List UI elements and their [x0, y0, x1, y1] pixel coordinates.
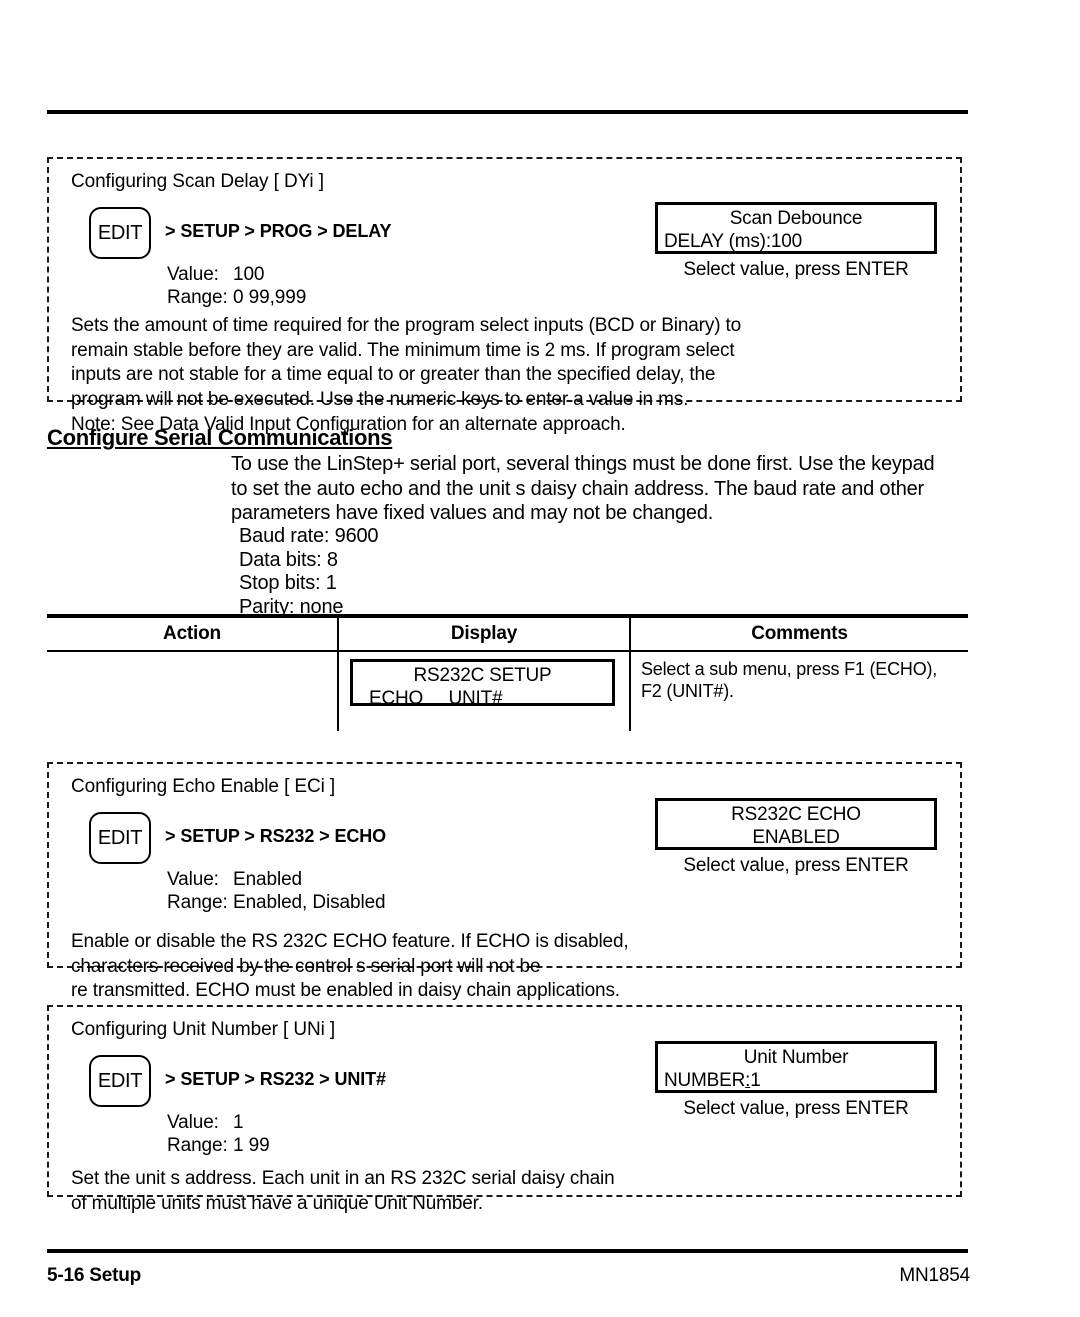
echo-lcd-display: RS232C ECHO ENABLED — [655, 798, 937, 850]
scan-delay-panel: Configuring Scan Delay [ DYi ] EDIT > SE… — [47, 157, 962, 435]
echo-description: Enable or disable the RS 232C ECHO featu… — [71, 931, 629, 1001]
unit-number-panel: Configuring Unit Number [ UNi ] EDIT > S… — [47, 1005, 962, 1214]
scan-delay-breadcrumb: > SETUP > PROG > DELAY — [165, 221, 392, 241]
unit-range-row: Range: 1 99 — [167, 1135, 270, 1157]
unit-description: Set the unit s address. Each unit in an … — [71, 1168, 615, 1214]
lcd-number-label: NUMBER — [664, 1070, 746, 1091]
range-label: Range: — [167, 1135, 228, 1156]
section-heading: Configure Serial Communications — [47, 425, 393, 450]
table-header-display: Display — [450, 623, 518, 644]
value-text: 1 — [233, 1112, 244, 1133]
table-header-comments: Comments — [751, 623, 848, 644]
unit-lcd-display: Unit Number NUMBER:1 — [655, 1041, 937, 1093]
lcd-line-2: NUMBER:1 — [658, 1069, 934, 1092]
unit-value-row: Value: 1 — [167, 1112, 244, 1134]
edit-key-label: EDIT — [97, 221, 143, 244]
table-cell-comments: Select a sub menu, press F1 (ECHO), F2 (… — [641, 659, 938, 701]
scan-delay-lcd-hint: Select value, press ENTER — [683, 259, 909, 280]
serial-intro-paragraph: To use the LinStep+ serial port, several… — [231, 453, 935, 524]
echo-value-row: Value: Enabled — [167, 869, 302, 891]
lcd-line-1: RS232C ECHO — [731, 804, 861, 825]
footer-page-number: 5-16 Setup — [47, 1265, 142, 1286]
unit-lcd-hint: Select value, press ENTER — [683, 1098, 909, 1119]
echo-enable-panel: Configuring Echo Enable [ ECi ] EDIT > S… — [47, 762, 962, 1001]
value-label: Value: — [167, 264, 219, 285]
lcd-line-2: DELAY (ms):100 — [664, 231, 802, 252]
serial-parameters-list: Baud rate: 9600 Data bits: 8 Stop bits: … — [239, 525, 379, 618]
lcd-line-1: RS232C SETUP — [413, 665, 552, 686]
scan-delay-lcd-display: Scan Debounce DELAY (ms):100 — [655, 202, 937, 254]
table-header-border — [47, 650, 968, 652]
echo-lcd-hint: Select value, press ENTER — [683, 855, 909, 876]
scan-delay-value-row: Value: 100 — [167, 264, 265, 286]
table-top-border — [47, 614, 968, 618]
lcd-line-2: ECHO UNIT# — [369, 688, 503, 709]
value-label: Value: — [167, 1112, 219, 1133]
unit-breadcrumb: > SETUP > RS232 > UNIT# — [165, 1069, 386, 1089]
edit-key-button[interactable]: EDIT — [89, 207, 151, 259]
range-label: Range: — [167, 892, 228, 913]
edit-key-button[interactable]: EDIT — [89, 1055, 151, 1107]
scan-delay-panel-title: Configuring Scan Delay [ DYi ] — [71, 171, 324, 192]
edit-key-label: EDIT — [97, 826, 143, 849]
value-text: 100 — [233, 264, 265, 285]
lcd-number-value: 1 — [750, 1070, 761, 1091]
edit-key-button[interactable]: EDIT — [89, 812, 151, 864]
value-text: Enabled — [233, 869, 303, 890]
lcd-line-1: Scan Debounce — [729, 208, 863, 229]
rs232c-setup-lcd-display: RS232C SETUP ECHO UNIT# — [350, 659, 615, 709]
footer-document-code: MN1854 — [899, 1265, 970, 1286]
page-bottom-rule — [47, 1249, 968, 1253]
range-text: 1 99 — [233, 1135, 270, 1156]
lcd-line-1: Unit Number — [743, 1047, 849, 1068]
scan-delay-range-row: Range: 0 99,999 — [167, 287, 306, 309]
range-label: Range: — [167, 287, 228, 308]
range-text: Enabled, Disabled — [233, 892, 386, 913]
echo-breadcrumb: > SETUP > RS232 > ECHO — [165, 826, 387, 846]
echo-range-row: Range: Enabled, Disabled — [167, 892, 386, 914]
lcd-line-2: ENABLED — [752, 827, 840, 848]
page-top-rule — [47, 110, 968, 114]
range-text: 0 99,999 — [233, 287, 307, 308]
unit-panel-title: Configuring Unit Number [ UNi ] — [71, 1019, 336, 1040]
edit-key-label: EDIT — [97, 1069, 143, 1092]
scan-delay-description: Sets the amount of time required for the… — [71, 315, 742, 410]
table-header-action: Action — [163, 623, 221, 644]
echo-panel-title: Configuring Echo Enable [ ECi ] — [71, 776, 336, 797]
value-label: Value: — [167, 869, 219, 890]
action-display-comments-table: Action Display Comments RS232C SETUP ECH… — [47, 614, 968, 734]
